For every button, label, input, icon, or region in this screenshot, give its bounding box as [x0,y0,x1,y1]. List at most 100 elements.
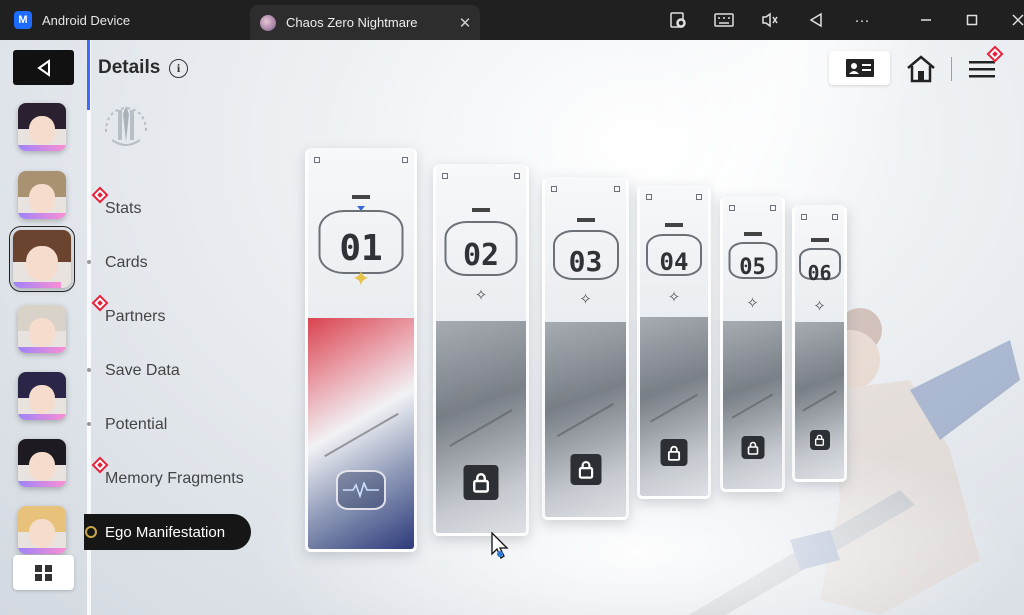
character-portrait[interactable] [9,226,75,292]
card-tick [810,238,829,242]
strip-accent [87,40,90,110]
card-art [640,317,708,496]
ego-card[interactable]: 06 ✧ [792,205,847,482]
card-star-icon: ✧ [474,287,488,304]
active-marker-icon [85,526,97,538]
app-tab[interactable]: M Android Device [0,0,250,40]
portrait-face [28,452,56,482]
card-number: 06 [807,261,832,285]
lock-icon [463,465,499,500]
more-icon[interactable]: ··· [839,0,885,40]
card-art [545,321,626,517]
main-menu-button[interactable] [965,45,1004,84]
card-corner [314,157,320,163]
card-number: 05 [739,255,766,280]
character-portrait[interactable] [18,305,66,353]
card-art [436,320,526,533]
card-art [308,318,414,549]
ego-card[interactable]: 05 ✧ [720,196,785,492]
card-art-stroke [556,403,615,438]
keyboard-icon[interactable] [701,0,747,40]
card-tick [576,218,595,222]
divider [951,57,952,81]
character-portrait[interactable] [18,103,66,151]
card-corner [402,157,408,163]
home-button[interactable] [902,52,940,86]
menu-item-partners[interactable]: Partners [105,308,165,326]
menu-dot [87,368,91,372]
home-icon [907,55,935,83]
portrait-face [28,184,56,214]
card-corner [514,173,520,179]
card-star-icon: ✧ [579,291,592,308]
profile-card-button[interactable] [829,51,890,85]
portrait-face [28,116,56,146]
lock-icon [809,430,830,450]
card-corner [614,186,620,192]
back-triangle-icon[interactable] [793,0,839,40]
game-viewport[interactable]: Details i Stats Cards Partners Save Data… [0,40,1024,615]
card-art-stroke [731,393,774,419]
card-art-stroke [649,393,699,423]
character-portrait[interactable] [18,372,66,420]
card-star-icon: ✧ [746,295,759,312]
menu-item-memory-fragments[interactable]: Memory Fragments [105,470,244,488]
menu-item-save-data[interactable]: Save Data [105,362,180,380]
mute-icon[interactable] [747,0,793,40]
lock-icon [741,436,764,459]
card-corner [646,194,652,200]
info-icon[interactable]: i [169,59,188,78]
card-art-stroke [323,412,399,457]
game-tab-label: Chaos Zero Nightmare [286,15,418,30]
card-corner [801,214,807,220]
app-logo-icon: M [14,11,32,29]
menu-dot [87,422,91,426]
id-card-icon [845,59,874,77]
tab-close-icon[interactable]: ✕ [450,14,480,32]
card-corner [770,205,776,211]
card-corner [832,214,838,220]
card-corner [442,173,448,179]
menu-item-stats[interactable]: Stats [105,200,141,218]
heartbeat-icon [336,470,386,510]
menu-item-cards[interactable]: Cards [105,254,148,272]
app-tab-label: Android Device [42,12,131,28]
card-tick [472,208,490,212]
close-icon[interactable] [995,0,1024,40]
ego-card[interactable]: 01 ✦ [305,148,417,552]
ego-card[interactable]: 03 ✧ [542,177,629,520]
card-art-stroke [449,408,513,447]
game-tab[interactable]: Chaos Zero Nightmare ✕ [250,5,480,40]
character-strip [0,40,91,615]
menu-item-ego-manifestation[interactable]: Ego Manifestation [84,514,251,550]
card-tick [743,232,762,236]
maximize-icon[interactable] [949,0,995,40]
emblem-icon [105,106,147,146]
character-portrait[interactable] [18,439,66,487]
card-number: 01 [339,228,383,269]
back-button[interactable] [13,50,74,85]
screen-record-icon[interactable] [655,0,701,40]
portrait-face [28,385,56,415]
back-arrow-icon [36,58,50,77]
character-portrait[interactable] [18,506,66,554]
portrait-face [28,519,56,549]
card-art [723,320,782,489]
ego-card[interactable]: 02 ✧ [433,164,529,536]
portrait-face [28,318,56,348]
character-portrait[interactable] [18,171,66,219]
portrait-face [25,246,59,282]
mouse-cursor-icon [491,532,509,559]
card-tick [665,223,683,227]
minimize-icon[interactable] [903,0,949,40]
menu-dot [87,260,91,264]
game-tab-icon [260,14,276,31]
card-star-icon: ✧ [813,298,826,315]
card-tick [352,195,370,199]
grid-view-button[interactable] [13,555,74,590]
menu-item-label: Ego Manifestation [105,523,226,541]
ego-card[interactable]: 04 ✧ [637,185,711,499]
card-number: 03 [568,245,603,278]
title-bar: M Android Device Chaos Zero Nightmare ✕ … [0,0,1024,40]
menu-item-potential[interactable]: Potential [105,416,167,434]
